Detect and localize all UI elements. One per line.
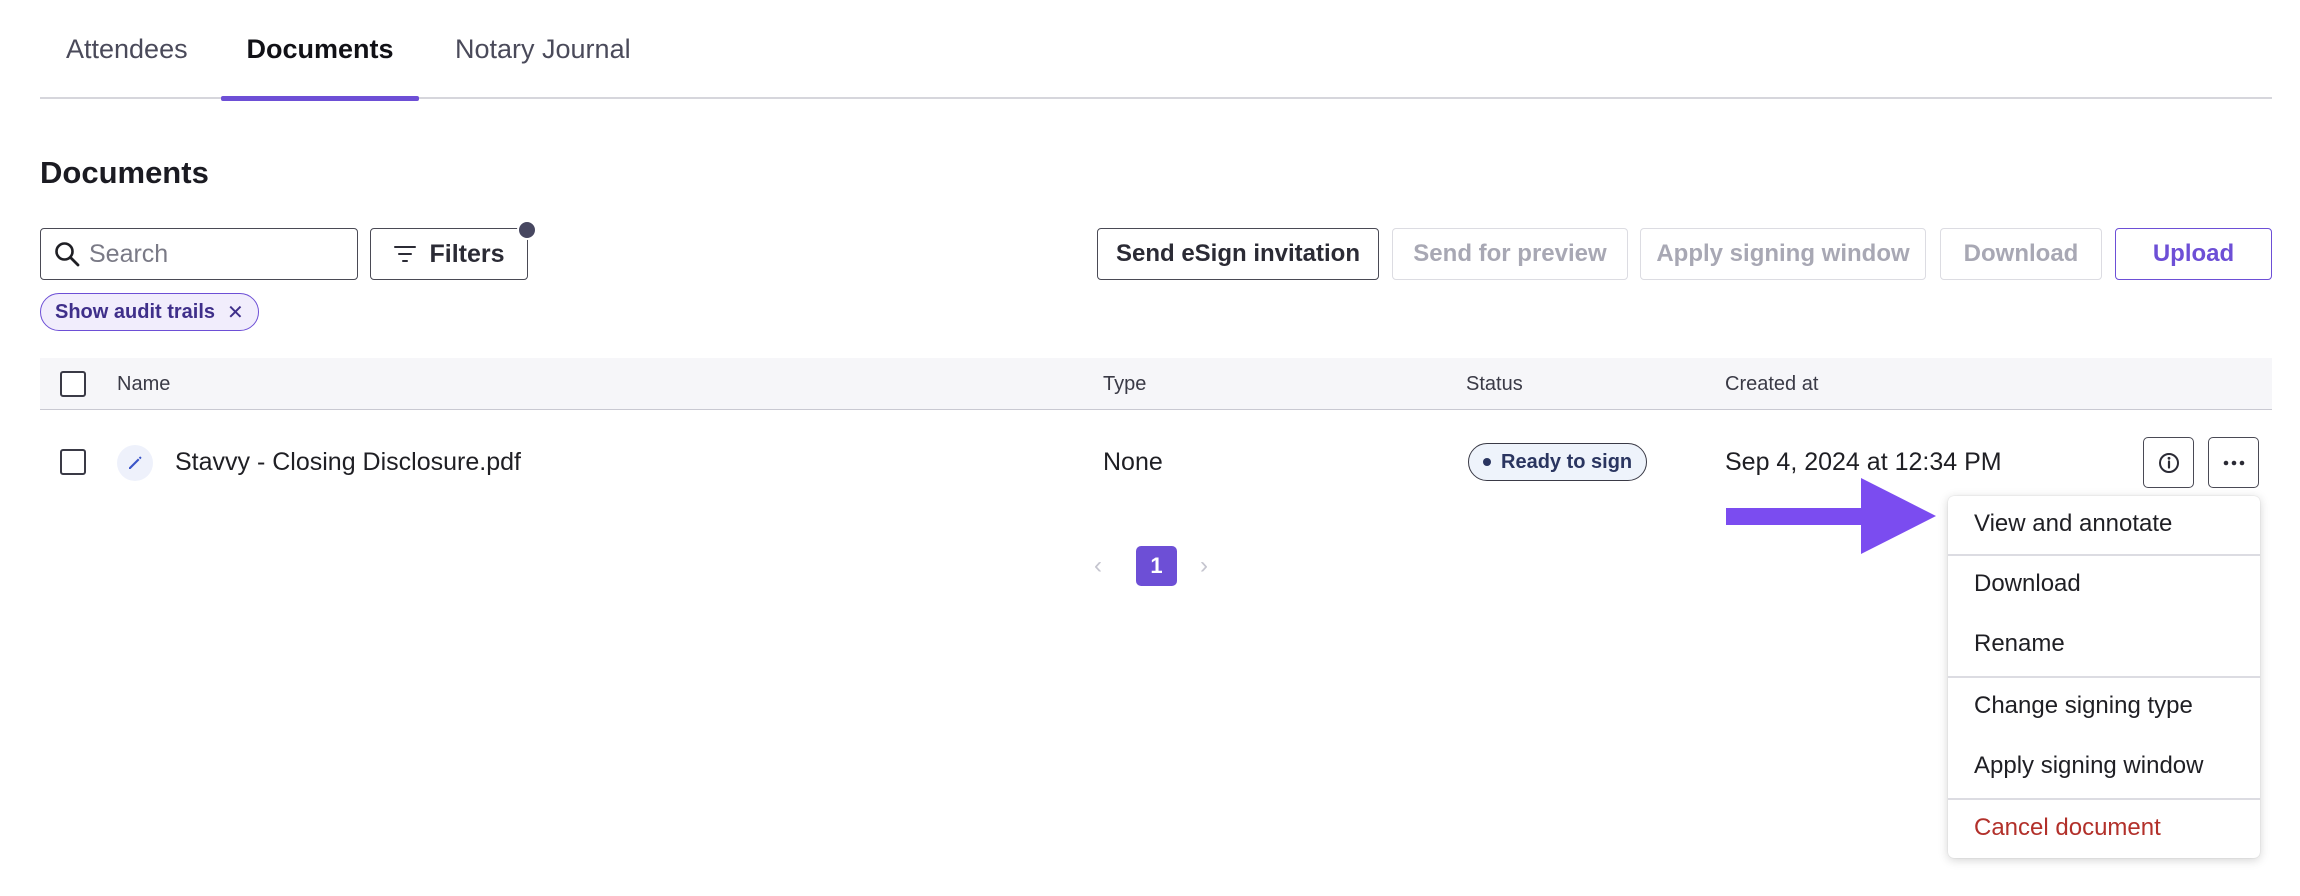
document-type: None	[1103, 447, 1163, 476]
chevron-left-icon[interactable]: ‹	[1094, 552, 1102, 580]
column-header-created-at[interactable]: Created at	[1725, 358, 1818, 410]
menu-item-cancel-document[interactable]: Cancel document	[1948, 800, 2260, 856]
chip-label: Show audit trails	[55, 300, 216, 323]
info-icon	[2158, 452, 2179, 473]
page-title: Documents	[40, 155, 209, 190]
column-header-status[interactable]: Status	[1466, 358, 1523, 410]
row-checkbox[interactable]	[60, 449, 86, 475]
audit-trails-chip: Show audit trails ✕	[40, 293, 259, 331]
tab-bar: Attendees Documents Notary Journal	[40, 0, 2272, 101]
more-actions-button[interactable]	[2208, 437, 2259, 488]
column-header-name[interactable]: Name	[117, 358, 170, 410]
status-label: Ready to sign	[1501, 450, 1633, 473]
document-actions-menu: View and annotate Download Rename Change…	[1948, 496, 2260, 858]
page-number-current[interactable]: 1	[1136, 546, 1177, 586]
document-name-link[interactable]: Stavvy - Closing Disclosure.pdf	[175, 436, 521, 488]
tab-notary-journal[interactable]: Notary Journal	[445, 0, 705, 99]
info-button[interactable]	[2143, 437, 2194, 488]
pencil-icon	[117, 445, 153, 481]
menu-item-download[interactable]: Download	[1948, 556, 2260, 612]
send-esign-invitation-button[interactable]: Send eSign invitation	[1097, 228, 1379, 280]
column-header-type[interactable]: Type	[1103, 358, 1146, 410]
status-badge: Ready to sign	[1468, 443, 1648, 481]
search-icon	[55, 242, 80, 267]
tab-attendees[interactable]: Attendees	[40, 0, 230, 99]
ellipsis-icon	[2223, 460, 2244, 465]
chevron-right-icon[interactable]: ›	[1200, 552, 1208, 580]
menu-item-rename[interactable]: Rename	[1948, 616, 2260, 672]
apply-signing-window-button[interactable]: Apply signing window	[1640, 228, 1926, 280]
select-all-checkbox[interactable]	[60, 371, 86, 397]
download-button[interactable]: Download	[1940, 228, 2102, 280]
close-icon[interactable]: ✕	[227, 300, 244, 325]
upload-button[interactable]: Upload	[2115, 228, 2272, 280]
table-header: Name Type Status Created at	[40, 358, 2272, 410]
status-dot-icon	[1483, 458, 1491, 466]
menu-item-apply-signing-window[interactable]: Apply signing window	[1948, 738, 2260, 794]
tab-documents[interactable]: Documents	[221, 0, 419, 101]
filters-label: Filters	[429, 239, 505, 268]
send-for-preview-button[interactable]: Send for preview	[1392, 228, 1628, 280]
search-box[interactable]	[40, 228, 358, 280]
menu-item-view-and-annotate[interactable]: View and annotate	[1948, 496, 2260, 552]
filters-button[interactable]: Filters	[370, 228, 528, 280]
filters-active-indicator	[517, 220, 537, 240]
filter-icon	[394, 246, 417, 262]
search-input[interactable]	[89, 239, 339, 269]
annotation-arrow-icon	[1726, 478, 1936, 554]
menu-item-change-signing-type[interactable]: Change signing type	[1948, 678, 2260, 734]
